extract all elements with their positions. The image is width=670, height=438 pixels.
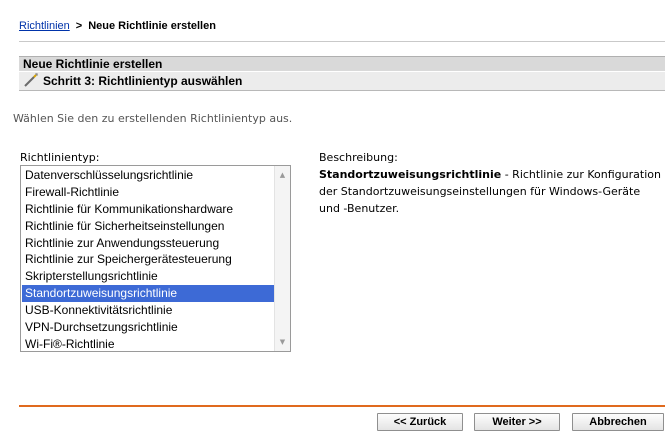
description-policy-name: Standortzuweisungsrichtlinie — [319, 168, 502, 181]
description-text: Standortzuweisungsrichtlinie - Richtlini… — [319, 166, 664, 217]
breadcrumb-link-policies[interactable]: Richtlinien — [19, 20, 70, 32]
policy-type-option[interactable]: VPN-Durchsetzungsrichtlinie — [22, 319, 274, 336]
next-button[interactable]: Weiter >> — [474, 413, 560, 431]
step-title: Schritt 3: Richtlinientyp auswählen — [43, 74, 243, 88]
policy-type-option[interactable]: Wi-Fi®-Richtlinie — [22, 336, 274, 351]
wand-icon — [23, 73, 39, 87]
scroll-down-arrow-icon[interactable]: ▼ — [275, 335, 290, 349]
header-divider — [19, 41, 665, 42]
policy-type-options: Datenverschlüsselungsrichtlinie Firewall-… — [21, 166, 274, 351]
breadcrumb-separator: > — [75, 20, 83, 32]
policy-type-option[interactable]: Skripterstellungsrichtlinie — [22, 268, 274, 285]
intro-text: Wählen Sie den zu erstellenden Richtlini… — [13, 112, 293, 125]
policy-type-label: Richtlinientyp: — [20, 151, 100, 164]
policy-type-option[interactable]: Datenverschlüsselungsrichtlinie — [22, 167, 274, 184]
scroll-up-arrow-icon[interactable]: ▲ — [275, 168, 290, 182]
policy-type-option[interactable]: Standortzuweisungsrichtlinie — [22, 285, 274, 303]
policy-type-option[interactable]: Richtlinie zur Anwendungssteuerung — [22, 235, 274, 252]
step-header: Schritt 3: Richtlinientyp auswählen — [19, 72, 665, 91]
policy-type-option[interactable]: Richtlinie zur Speichergerätesteuerung — [22, 251, 274, 268]
policy-type-option[interactable]: Firewall-Richtlinie — [22, 184, 274, 201]
footer-divider — [19, 405, 665, 407]
policy-type-listbox[interactable]: Datenverschlüsselungsrichtlinie Firewall-… — [20, 165, 291, 352]
description-label: Beschreibung: — [319, 151, 398, 164]
breadcrumb: Richtlinien > Neue Richtlinie erstellen — [19, 20, 216, 32]
back-button[interactable]: << Zurück — [377, 413, 463, 431]
policy-type-option[interactable]: Richtlinie für Sicherheitseinstellungen — [22, 218, 274, 235]
listbox-scrollbar[interactable]: ▲ ▼ — [274, 166, 290, 351]
cancel-button[interactable]: Abbrechen — [572, 413, 664, 431]
panel-title: Neue Richtlinie erstellen — [19, 56, 665, 71]
policy-type-option[interactable]: USB-Konnektivitätsrichtlinie — [22, 302, 274, 319]
breadcrumb-current: Neue Richtlinie erstellen — [88, 20, 216, 32]
policy-type-option[interactable]: Richtlinie für Kommunikationshardware — [22, 201, 274, 218]
